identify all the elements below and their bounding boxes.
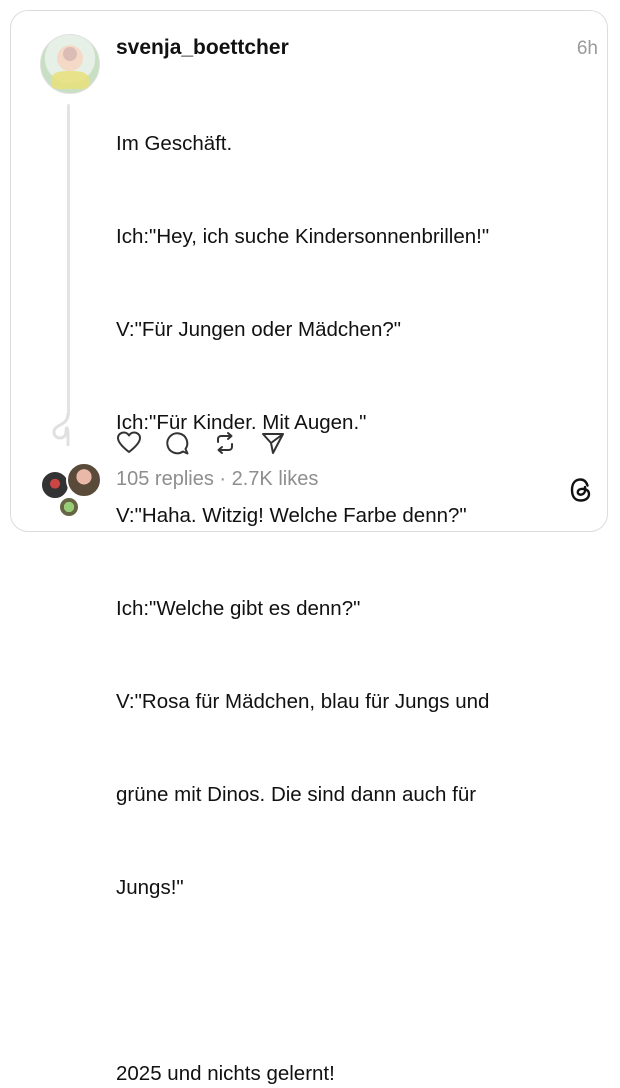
post-line-blank <box>116 965 576 996</box>
post-stats[interactable]: 105 replies · 2.7K likes <box>116 468 318 491</box>
post-line: Jungs!" <box>116 876 184 899</box>
avatar-detail <box>63 47 77 61</box>
post-line: V:"Rosa für Mädchen, blau für Jungs und <box>116 690 490 713</box>
post-line: V:"Haha. Witzig! Welche Farbe denn?" <box>116 504 467 527</box>
thread-line <box>67 104 70 416</box>
post-line: Ich:"Welche gibt es denn?" <box>116 597 361 620</box>
replier-avatar[interactable] <box>66 462 102 498</box>
heart-icon[interactable] <box>116 430 142 456</box>
author-avatar[interactable] <box>40 34 100 94</box>
post-line: Ich:"Hey, ich suche Kindersonnenbrillen!… <box>116 225 490 248</box>
send-icon[interactable] <box>260 430 286 456</box>
thread-loop-icon <box>52 412 70 446</box>
author-username[interactable]: svenja_boettcher <box>116 36 289 60</box>
post-line: grüne mit Dinos. Die sind dann auch für <box>116 783 477 806</box>
comment-icon[interactable] <box>164 430 190 456</box>
post-line: V:"Für Jungen oder Mädchen?" <box>116 318 402 341</box>
replier-avatar[interactable] <box>58 496 80 518</box>
post-line: 2025 und nichts gelernt! <box>116 1062 335 1085</box>
post-line: Im Geschäft. <box>116 132 233 155</box>
threads-logo[interactable] <box>568 476 594 504</box>
post-timestamp: 6h <box>576 38 598 59</box>
post-text: Im Geschäft. Ich:"Hey, ich suche Kinders… <box>116 66 576 1088</box>
repost-icon[interactable] <box>212 430 238 456</box>
avatar-detail <box>51 71 89 89</box>
